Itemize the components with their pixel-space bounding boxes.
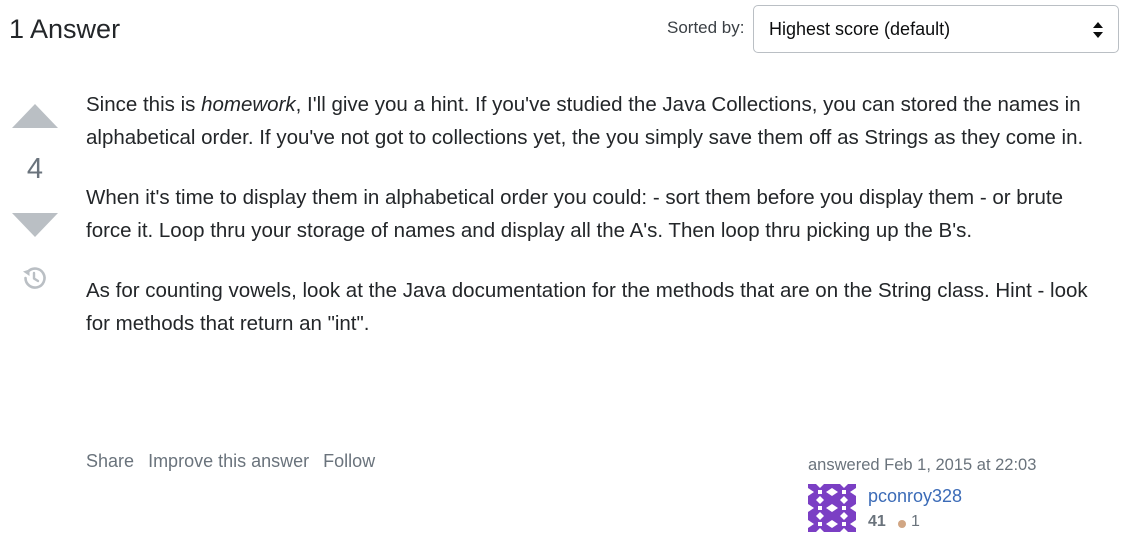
reputation-score: 41 [868, 513, 886, 530]
history-icon[interactable] [19, 263, 49, 293]
bronze-badge-icon [898, 520, 906, 528]
answer-paragraph: Since this is homework, I'll give you a … [86, 88, 1111, 154]
bronze-badge-count: 1 [911, 513, 920, 530]
user-name-link[interactable]: pconroy328 [868, 485, 962, 507]
share-link[interactable]: Share [86, 451, 134, 471]
sort-select[interactable]: Highest score (default) [753, 5, 1119, 53]
vote-up-icon[interactable] [11, 103, 59, 129]
post-menu: Share Improve this answer Follow [86, 449, 384, 473]
emphasis-text: homework [201, 93, 296, 116]
vote-down-icon[interactable] [11, 212, 59, 238]
answer-paragraph: As for counting vowels, look at the Java… [86, 279, 1088, 335]
answers-count-title: 1 Answer [9, 14, 121, 44]
improve-answer-link[interactable]: Improve this answer [148, 451, 309, 471]
answers-header: 1 Answer Sorted by: Highest score (defau… [0, 0, 1125, 60]
sort-select-value: Highest score (default) [769, 19, 951, 39]
user-card: answered Feb 1, 2015 at 22:03 pconroy328… [808, 452, 1108, 542]
answer-paragraph: When it's time to display them in alphab… [86, 186, 1063, 242]
avatar[interactable] [808, 484, 856, 532]
answer-text: Since this is [86, 93, 202, 116]
sort-label: Sorted by: [667, 18, 745, 37]
vote-column: 4 [0, 95, 70, 305]
follow-link[interactable]: Follow [323, 451, 375, 471]
answer-body: Since this is homework, I'll give you a … [86, 88, 1111, 367]
sort-arrows-icon [1093, 22, 1103, 38]
vote-count: 4 [26, 153, 44, 185]
answered-timestamp: answered Feb 1, 2015 at 22:03 [808, 456, 1037, 474]
